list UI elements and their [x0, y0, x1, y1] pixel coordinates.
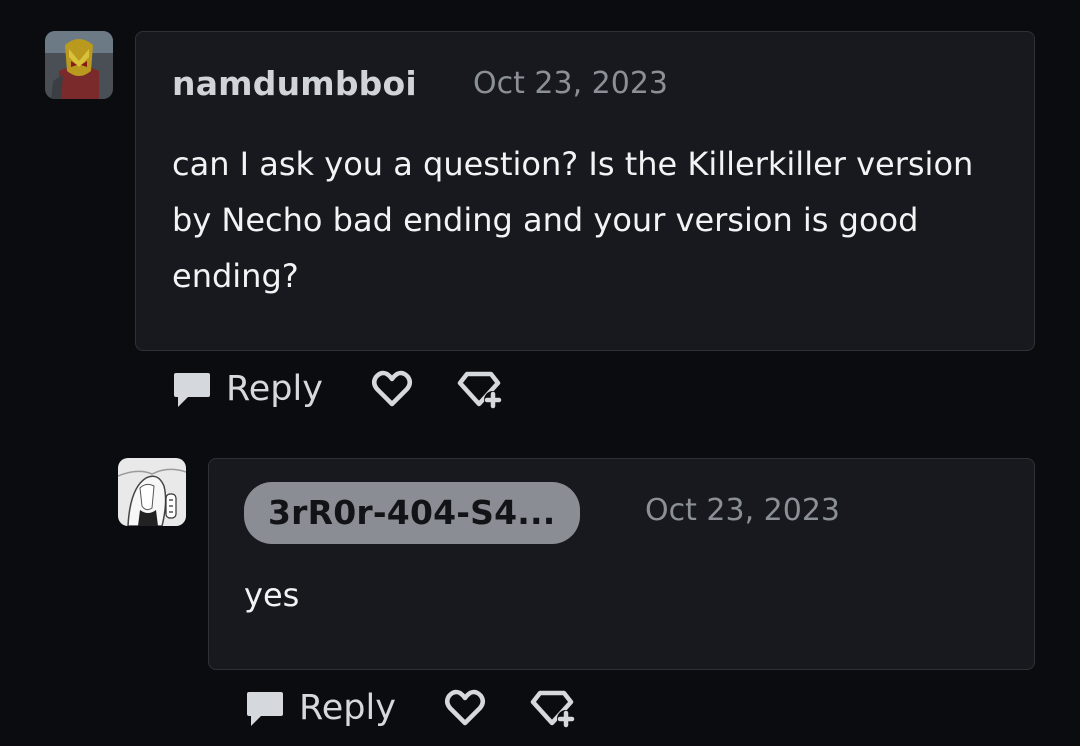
like-button[interactable]	[444, 688, 486, 728]
speech-bubble-icon	[247, 692, 283, 726]
comment-username[interactable]: namdumbboi	[172, 64, 417, 103]
gem-plus-icon	[457, 371, 502, 409]
reply-username-pill[interactable]: 3rR0r-404-S4...	[244, 482, 580, 544]
reply-label: Reply	[226, 369, 323, 409]
reply-label: Reply	[299, 688, 396, 728]
reply-body: yes	[244, 576, 300, 614]
comment-body: can I ask you a question? Is the Killerk…	[172, 145, 974, 295]
reply-card: 3rR0r-404-S4... Oct 23, 2023 yes	[208, 458, 1035, 670]
reply-timestamp: Oct 23, 2023	[645, 493, 840, 528]
comments-thread: namdumbboi Oct 23, 2023 can I ask you a …	[0, 0, 1080, 746]
reply-button[interactable]: Reply	[172, 369, 323, 409]
heart-icon	[444, 689, 485, 726]
comment-timestamp: Oct 23, 2023	[473, 66, 668, 101]
comment-actions: Reply	[172, 364, 503, 414]
user-avatar[interactable]	[118, 458, 186, 526]
like-button[interactable]	[371, 369, 413, 409]
comment-card: namdumbboi Oct 23, 2023 can I ask you a …	[135, 31, 1035, 351]
heart-icon	[371, 370, 412, 407]
speech-bubble-icon	[174, 373, 210, 407]
gift-button[interactable]	[457, 368, 503, 410]
manga-sketch-avatar-icon	[118, 458, 186, 526]
reply-actions: Reply	[245, 683, 576, 733]
gem-plus-icon	[530, 690, 575, 728]
user-avatar[interactable]	[45, 31, 113, 99]
gift-button[interactable]	[530, 687, 576, 729]
reply-button[interactable]: Reply	[245, 688, 396, 728]
masked-hero-avatar-icon	[45, 31, 113, 99]
